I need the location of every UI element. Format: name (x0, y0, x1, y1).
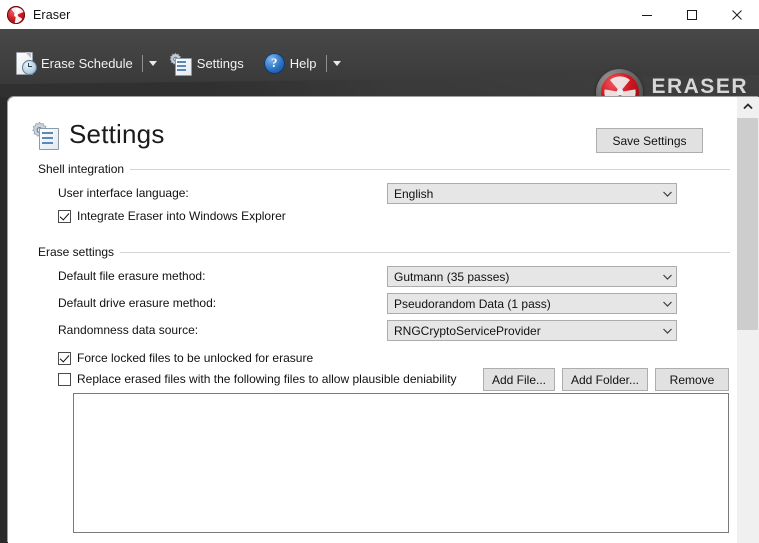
window-title: Eraser (33, 7, 71, 22)
integrate-explorer-label: Integrate Eraser into Windows Explorer (77, 209, 286, 223)
toolbar-button-help[interactable]: ? Help (260, 42, 321, 84)
toolbar-button-settings[interactable]: Settings (164, 42, 248, 84)
group-label-shell-integration: Shell integration (38, 162, 125, 176)
radiation-trefoil-inner (600, 73, 639, 97)
brand-logo: ERASER 6.2 (596, 58, 748, 97)
toolbar-items: Erase Schedule Settings ? Help (10, 29, 348, 97)
toolbar-label-settings: Settings (196, 55, 244, 71)
settings-page: Settings Save Settings Shell integration… (8, 97, 737, 543)
eraser-radiation-icon (7, 5, 25, 24)
random-source-dropdown[interactable]: RNGCryptoServiceProvider (387, 320, 677, 341)
label-random-source: Randomness data source: (58, 323, 199, 337)
content-panel: Settings Save Settings Shell integration… (8, 97, 759, 543)
add-file-button[interactable]: Add File... (483, 368, 555, 391)
eraser-window: Eraser Erase Schedule Settings ? Help ER… (0, 0, 759, 543)
close-icon (731, 9, 742, 20)
group-rule (120, 251, 730, 253)
chevron-down-icon (332, 60, 341, 66)
group-header-erase-settings: Erase settings (38, 244, 730, 260)
toolbar-dropdown-erase-schedule[interactable] (137, 52, 164, 74)
chevron-down-icon (659, 300, 676, 308)
maximize-icon (686, 9, 697, 20)
row-ui-language: User interface language: (58, 186, 189, 200)
file-method-value: Gutmann (35 passes) (394, 269, 510, 284)
title-bar-left: Eraser (0, 5, 71, 24)
close-button[interactable] (714, 0, 759, 29)
toolbar-label-help: Help (289, 55, 317, 71)
row-drive-method: Default drive erasure method: (58, 296, 216, 310)
file-method-dropdown[interactable]: Gutmann (35 passes) (387, 266, 677, 287)
title-bar: Eraser (0, 0, 759, 29)
chevron-down-icon (148, 60, 157, 66)
random-source-value: RNGCryptoServiceProvider (394, 323, 541, 338)
label-file-method: Default file erasure method: (58, 269, 206, 283)
remove-button[interactable]: Remove (655, 368, 729, 391)
page-title: Settings (69, 119, 165, 149)
scroll-thumb[interactable] (737, 118, 758, 330)
brand-text: ERASER 6.2 (651, 76, 748, 98)
plausible-deniability-checkbox[interactable] (58, 372, 71, 386)
integrate-explorer-checkbox-row[interactable]: Integrate Eraser into Windows Explorer (58, 209, 286, 223)
scroll-up-button[interactable] (737, 97, 758, 116)
drive-method-dropdown[interactable]: Pseudorandom Data (1 pass) (387, 293, 677, 314)
radiation-trefoil-glyph (604, 76, 636, 97)
toolbar-dropdown-help[interactable] (321, 52, 348, 74)
replacement-file-list[interactable] (73, 393, 729, 533)
ui-language-value: English (394, 186, 434, 201)
plausible-deniability-label: Replace erased files with the following … (77, 372, 457, 386)
force-unlock-checkbox[interactable] (58, 351, 71, 365)
minimize-icon (641, 14, 652, 16)
drive-method-value: Pseudorandom Data (1 pass) (394, 296, 551, 311)
toolbar-button-erase-schedule[interactable]: Erase Schedule (10, 42, 137, 84)
add-folder-button[interactable]: Add Folder... (562, 368, 648, 391)
label-ui-language: User interface language: (58, 186, 189, 200)
group-erase-settings: Erase settings (38, 244, 730, 260)
chevron-up-icon (742, 103, 753, 110)
force-unlock-label: Force locked files to be unlocked for er… (77, 351, 314, 365)
group-rule (130, 168, 730, 170)
toolbar-separator (141, 54, 143, 72)
help-question-icon: ? (263, 52, 285, 74)
row-file-method: Default file erasure method: (58, 269, 205, 283)
minimize-button[interactable] (624, 0, 669, 29)
group-shell-integration: Shell integration (38, 161, 730, 177)
maximize-button[interactable] (669, 0, 714, 29)
ui-language-dropdown[interactable]: English (387, 183, 677, 204)
toolbar-separator (325, 54, 327, 72)
brand-name: ERASER (651, 74, 748, 97)
toolbar-label-erase-schedule: Erase Schedule (41, 55, 133, 71)
chevron-down-icon (659, 273, 676, 281)
document-clock-icon (14, 51, 37, 75)
label-drive-method: Default drive erasure method: (58, 296, 217, 310)
plausible-deniability-checkbox-row[interactable]: Replace erased files with the following … (58, 372, 457, 386)
force-unlock-checkbox-row[interactable]: Force locked files to be unlocked for er… (58, 351, 313, 365)
gear-list-icon (30, 120, 59, 150)
main-toolbar: Erase Schedule Settings ? Help ERASER (0, 29, 759, 97)
window-controls (624, 0, 759, 29)
group-label-erase-settings: Erase settings (38, 245, 115, 259)
radiation-trefoil-icon (596, 68, 644, 97)
page-header: Settings (30, 119, 165, 150)
save-settings-button[interactable]: Save Settings (596, 128, 703, 153)
group-header-shell-integration: Shell integration (38, 161, 730, 177)
gear-list-icon (168, 51, 192, 76)
chevron-down-icon (659, 190, 676, 198)
vertical-scrollbar[interactable] (736, 97, 759, 543)
chevron-down-icon (659, 327, 676, 335)
row-random-source: Randomness data source: (58, 323, 198, 337)
radiation-trefoil-glyph (11, 6, 24, 23)
integrate-explorer-checkbox[interactable] (58, 209, 71, 223)
